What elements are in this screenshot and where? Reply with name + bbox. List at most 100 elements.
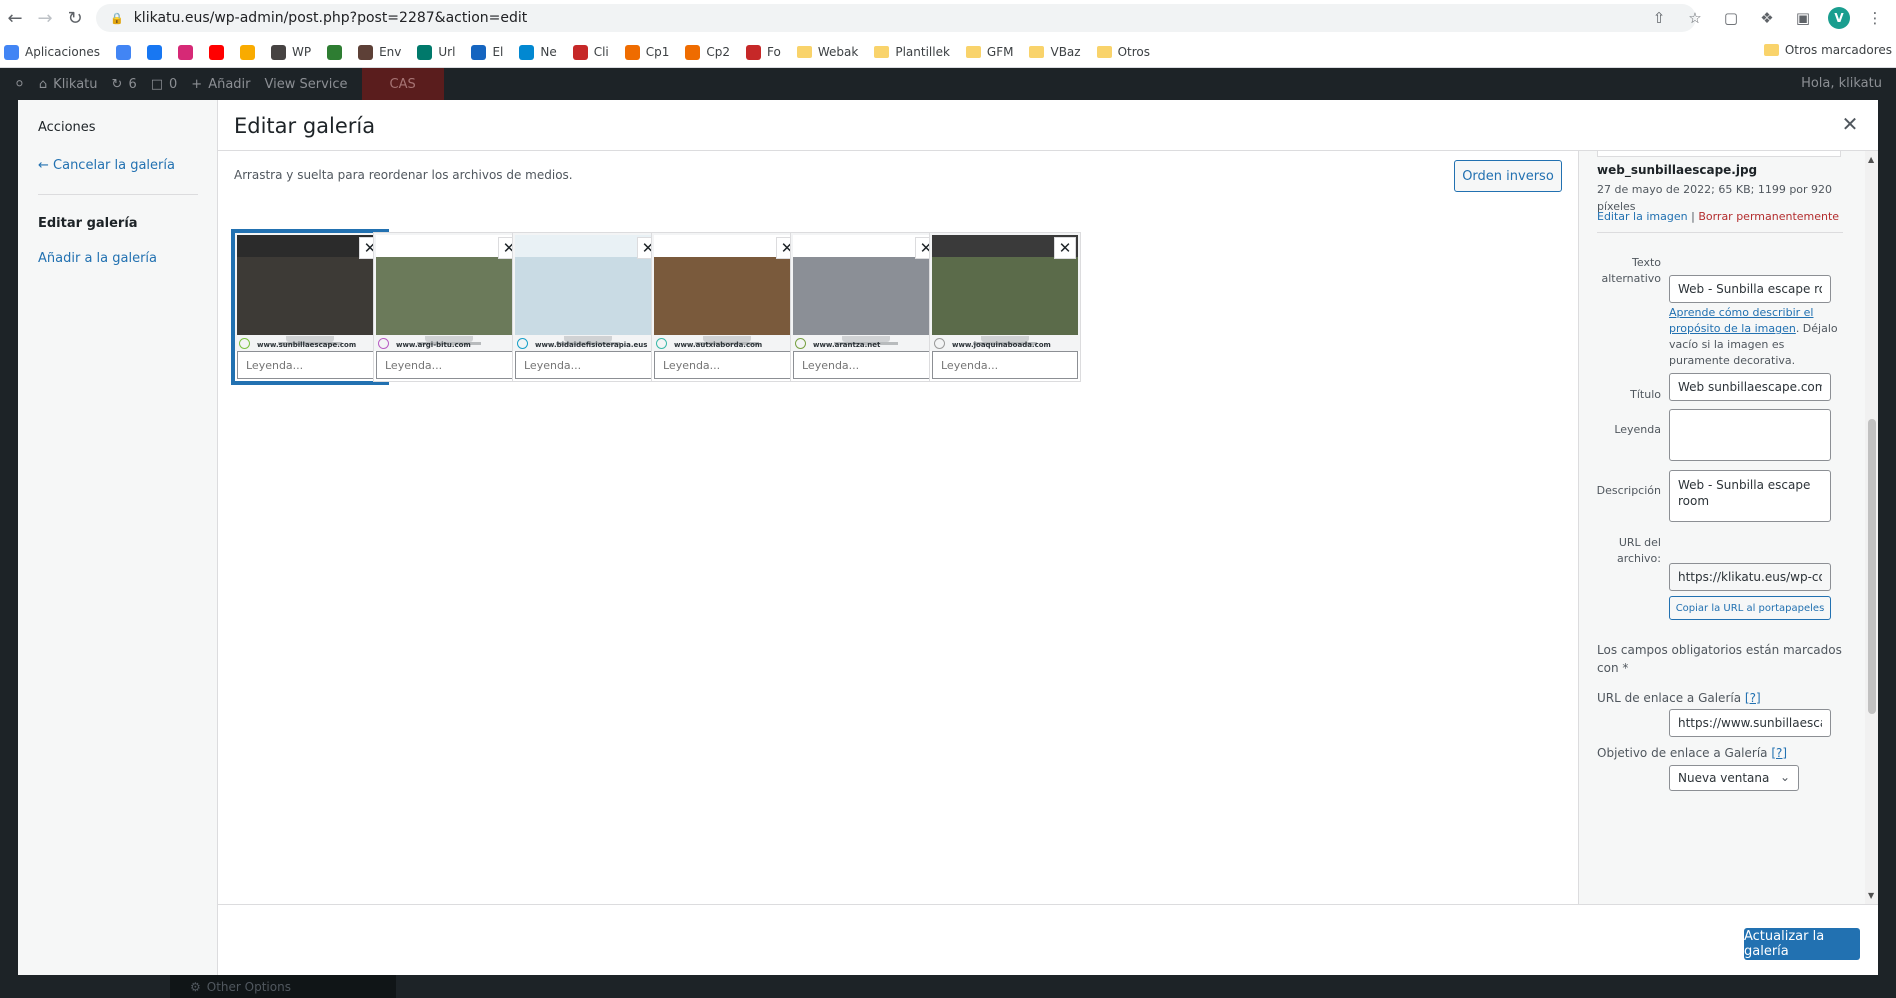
bookmark-1[interactable] [115, 44, 131, 60]
link-url-help[interactable]: [?] [1745, 691, 1761, 705]
caption-input[interactable] [793, 351, 939, 379]
thumbnail-site-url: www.autxiaborda.com [674, 341, 763, 349]
edit-image-link[interactable]: Editar la imagen [1597, 210, 1688, 223]
share-icon[interactable]: ⇧ [1648, 7, 1670, 29]
description-textarea[interactable] [1669, 470, 1831, 522]
update-gallery-button[interactable]: Actualizar la galería [1744, 928, 1860, 960]
bookmark-14[interactable]: Cp2 [685, 44, 730, 60]
bookmark-17[interactable]: Plantillek [874, 45, 950, 59]
details-scroll-thumb[interactable] [1868, 419, 1876, 714]
bookmark-8[interactable]: Env [358, 44, 401, 60]
bookmark-star-icon[interactable]: ☆ [1684, 7, 1706, 29]
admin-bar-howdy[interactable]: Hola, klikatu [1801, 76, 1882, 91]
bookmark-7[interactable] [327, 44, 343, 60]
folder-icon [874, 46, 890, 58]
cp1-icon [624, 44, 640, 60]
env-icon [358, 44, 374, 60]
wordpress-icon [270, 44, 286, 60]
forward-icon[interactable]: → [30, 4, 60, 34]
cancel-gallery-link[interactable]: ← Cancelar la galería [38, 158, 175, 173]
copy-url-button[interactable]: Copiar la URL al portapapeles [1669, 596, 1831, 620]
gallery-thumbnail[interactable]: www.joaquinaboada.com ✕ [929, 232, 1081, 382]
folder-icon [965, 46, 981, 58]
reverse-order-button[interactable]: Orden inverso [1454, 160, 1562, 192]
menu-actions-heading: Acciones [38, 120, 96, 135]
menu-item-edit-gallery[interactable]: Editar galería [38, 216, 138, 231]
link-target-select[interactable]: Nueva ventana ⌄ [1669, 765, 1799, 791]
attachment-details: web_sunbillaescape.jpg 27 de mayo de 202… [1578, 151, 1878, 904]
bookmark-15[interactable]: Fo [746, 44, 781, 60]
admin-bar-site[interactable]: ⌂ Klikatu [39, 77, 98, 92]
caption-input[interactable] [932, 351, 1078, 379]
close-icon[interactable]: ✕ [1838, 112, 1862, 136]
bookmark-11[interactable]: Ne [519, 44, 557, 60]
bookmark-4[interactable] [208, 44, 224, 60]
remove-icon[interactable]: ✕ [1054, 237, 1076, 259]
bookmark-label: Cp1 [645, 45, 670, 59]
scroll-down-icon[interactable]: ▼ [1868, 891, 1874, 900]
chevron-down-icon: ⌄ [1779, 770, 1790, 784]
gallery-thumbnail[interactable]: www.bidaidefisioterapia.eus ✕ [512, 232, 664, 382]
bookmark-12[interactable]: Cli [572, 44, 609, 60]
bookmark-3[interactable] [177, 44, 193, 60]
title-input[interactable] [1669, 373, 1831, 401]
thumbnail-site-url: www.bidaidefisioterapia.eus [535, 341, 648, 349]
caption-textarea[interactable] [1669, 409, 1831, 461]
bookmark-19[interactable]: VBaz [1029, 45, 1081, 59]
address-bar[interactable]: 🔒 klikatu.eus/wp-admin/post.php?post=228… [96, 4, 1696, 32]
admin-bar-updates[interactable]: ↻ 6 [112, 77, 137, 92]
other-bookmarks-label: Otros marcadores [1784, 43, 1892, 57]
caption-input[interactable] [654, 351, 800, 379]
admin-bar-view-service[interactable]: View Service [265, 77, 348, 92]
admin-content-edge [1878, 100, 1896, 975]
gallery-thumbnail[interactable]: www.sunbillaescape.com ✕ [231, 229, 389, 385]
bookmark-20[interactable]: Otros [1096, 45, 1150, 59]
profile-avatar[interactable]: V [1828, 7, 1850, 29]
admin-bar-comments[interactable]: □ 0 [151, 77, 178, 92]
admin-bar-add-new[interactable]: + Añadir [191, 77, 250, 92]
screenshot-icon[interactable]: ▢ [1720, 7, 1742, 29]
caption-input[interactable] [515, 351, 661, 379]
file-url-label: URL del archivo: [1616, 536, 1661, 565]
link-target-help[interactable]: [?] [1771, 746, 1787, 760]
scroll-up-icon[interactable]: ▲ [1868, 155, 1874, 164]
gallery-thumbnail[interactable]: www.argi-bitu.com ✕ [373, 232, 525, 382]
back-icon[interactable]: ← [0, 4, 30, 34]
menu-separator [38, 194, 198, 195]
other-options-panel[interactable]: ⚙ Other Options [170, 975, 396, 998]
bookmark-9[interactable]: Url [417, 44, 456, 60]
wordpress-logo-icon[interactable]: ⚪ [14, 77, 25, 92]
menu-item-add-to-gallery[interactable]: Añadir a la galería [38, 251, 157, 266]
browser-menu-icon[interactable]: ⋮ [1864, 7, 1886, 29]
alt-text-input[interactable] [1669, 275, 1831, 303]
bookmark-2[interactable] [146, 44, 162, 60]
other-options-label: Other Options [206, 979, 291, 994]
bookmark-label: Otros [1117, 45, 1150, 59]
title-label: Título [1630, 388, 1661, 401]
reload-icon[interactable]: ↻ [60, 4, 90, 34]
other-bookmarks[interactable]: Otros marcadores [1763, 43, 1892, 57]
google-icon [115, 44, 131, 60]
bookmark-18[interactable]: GFM [965, 45, 1013, 59]
bookmark-label: WP [291, 45, 312, 59]
side-panel-icon[interactable]: ▣ [1792, 7, 1814, 29]
bookmark-5[interactable] [239, 44, 255, 60]
caption-input[interactable] [237, 351, 383, 379]
caption-input[interactable] [376, 351, 522, 379]
extensions-icon[interactable]: ❖ [1756, 7, 1778, 29]
admin-bar-cas[interactable]: CAS [361, 68, 444, 100]
file-url-input[interactable] [1669, 563, 1831, 591]
bookmark-label: Url [438, 45, 456, 59]
bookmark-6[interactable]: WP [270, 44, 312, 60]
bookmark-10[interactable]: El [471, 44, 503, 60]
alt-help-link[interactable]: Aprende cómo describir el propósito de l… [1669, 306, 1813, 335]
gallery-thumbnail[interactable]: www.autxiaborda.com ✕ [651, 232, 803, 382]
bookmark-13[interactable]: Cp1 [624, 44, 670, 60]
delete-permanently-link[interactable]: Borrar permanentemente [1698, 210, 1839, 223]
globe-icon [378, 338, 389, 349]
bookmark-16[interactable]: Webak [796, 45, 858, 59]
details-divider [1597, 232, 1843, 233]
gallery-thumbnail[interactable]: www.arantza.net ✕ [790, 232, 942, 382]
link-url-input[interactable] [1669, 709, 1831, 737]
bookmark-0[interactable]: Aplicaciones [4, 44, 100, 60]
